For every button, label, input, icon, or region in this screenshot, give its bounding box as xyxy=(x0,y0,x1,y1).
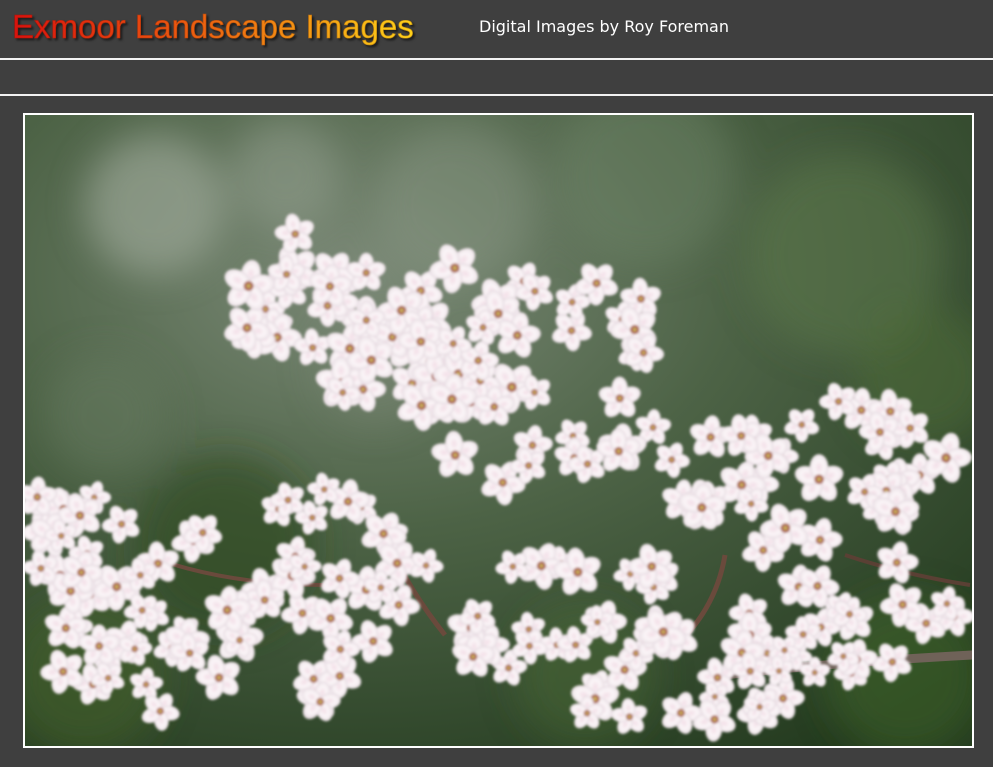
main-photo[interactable] xyxy=(23,113,974,748)
cherry-blossom-photo xyxy=(25,115,972,746)
site-title[interactable]: Exmoor Landscape Images xyxy=(12,7,414,47)
site-subtitle: Digital Images by Roy Foreman xyxy=(479,17,729,36)
nav-bar xyxy=(0,60,993,94)
site-header: Exmoor Landscape Images Digital Images b… xyxy=(0,0,993,58)
nav-divider xyxy=(0,94,993,96)
